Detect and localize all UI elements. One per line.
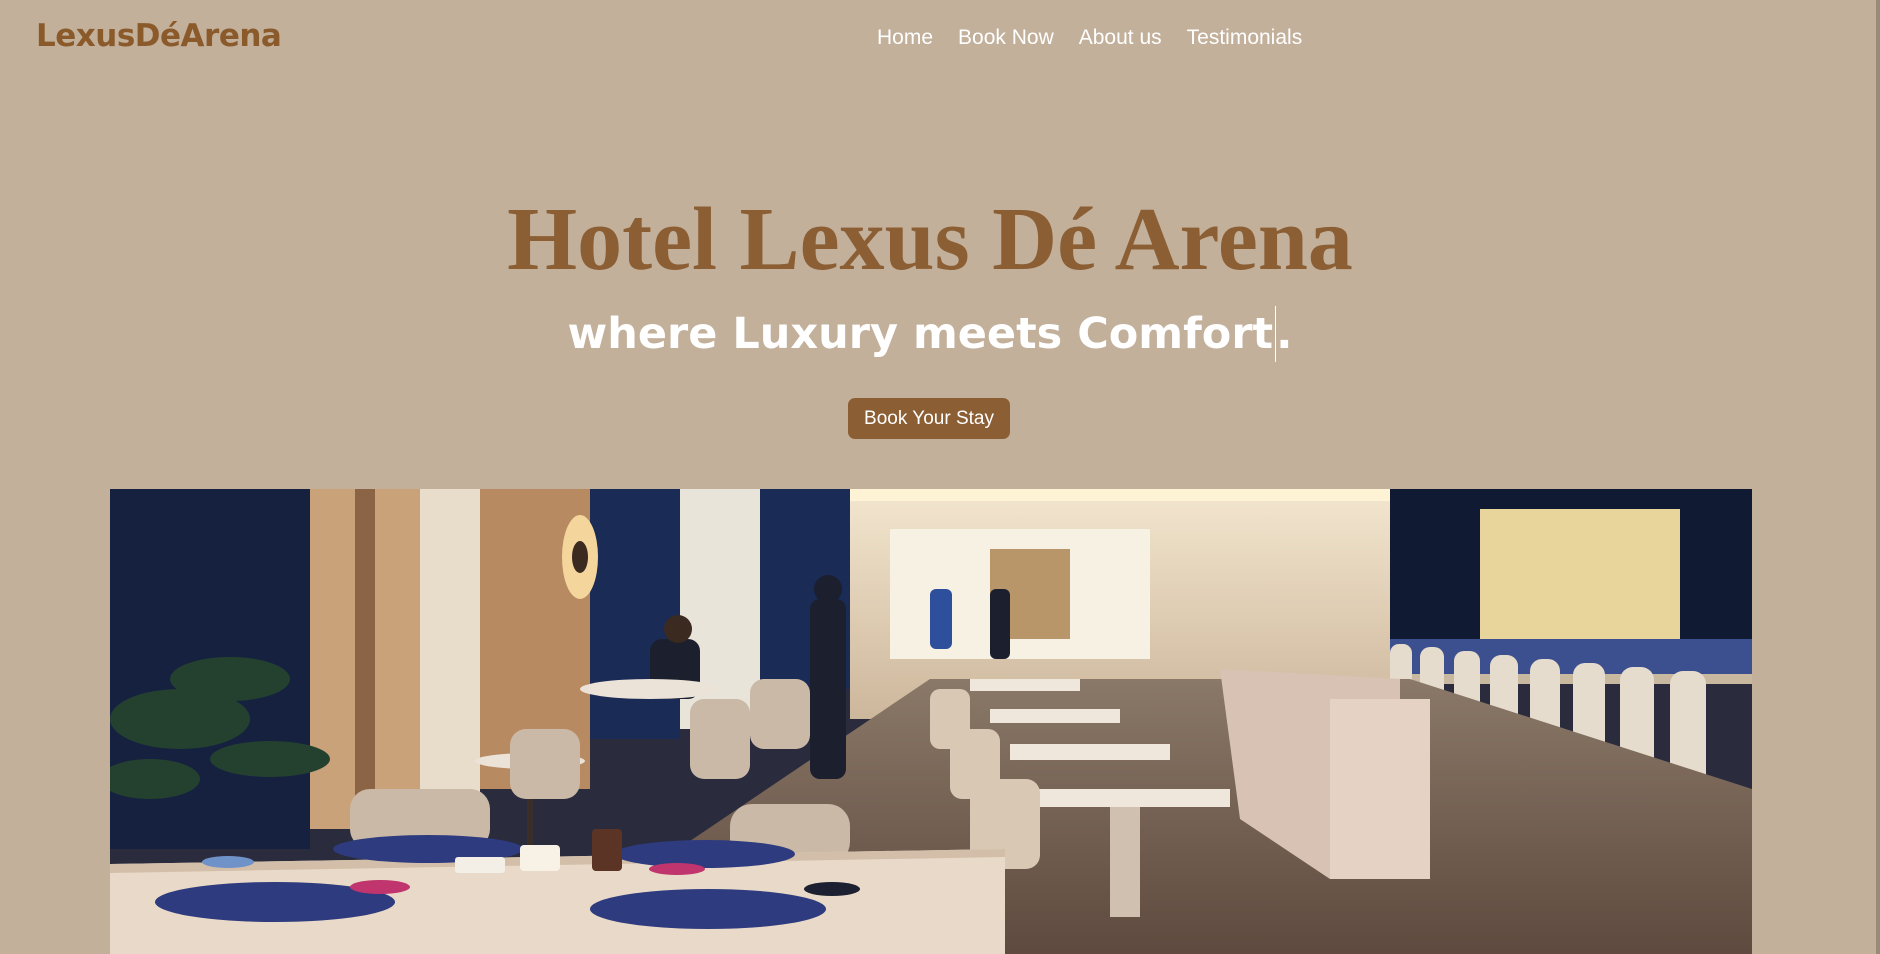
restaurant-hero-image: [110, 489, 1752, 954]
nav-home-link[interactable]: Home: [877, 26, 933, 50]
nav-testimonials-link[interactable]: Testimonials: [1187, 26, 1303, 50]
navbar: LexusDéArena Home Book Now About us Test…: [0, 0, 1876, 80]
hero-tagline: where Luxury meets Comfort.: [0, 306, 1860, 362]
nav-about-us-link[interactable]: About us: [1079, 26, 1162, 50]
nav-book-now-link[interactable]: Book Now: [958, 26, 1054, 50]
nav-menu: Home Book Now About us Testimonials: [877, 26, 1302, 50]
site-logo[interactable]: LexusDéArena: [36, 18, 282, 54]
tagline-period: .: [1276, 309, 1293, 359]
hero-title: Hotel Lexus Dé Arena: [507, 190, 1353, 289]
tagline-typed-text: where Luxury meets Comfort: [567, 309, 1274, 359]
restaurant-illustration: [110, 489, 1752, 954]
page-scrollbar[interactable]: [1876, 0, 1880, 954]
book-your-stay-button[interactable]: Book Your Stay: [848, 398, 1010, 439]
